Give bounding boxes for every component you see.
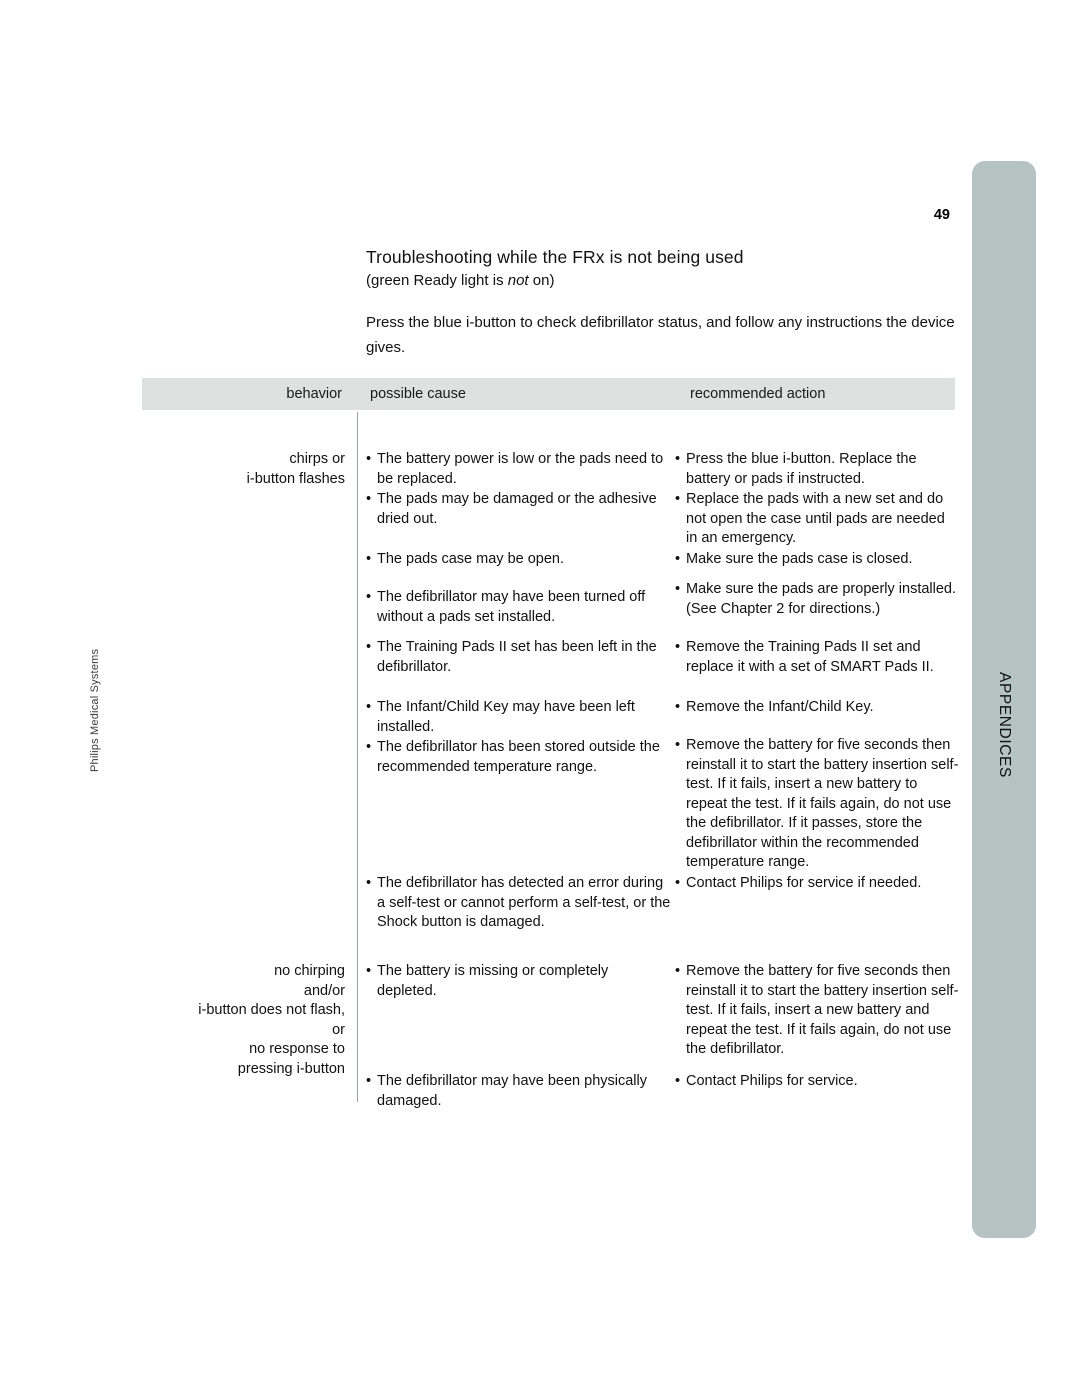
subtitle-emphasis: not bbox=[507, 272, 529, 289]
cause-bullet-text: The Infant/Child Key may have been left … bbox=[377, 699, 635, 735]
table-header-row: behavior possible cause recommended acti… bbox=[142, 378, 955, 410]
bullet-icon: • bbox=[366, 491, 372, 507]
action-bullet: • Remove the battery for five seconds the… bbox=[675, 736, 960, 873]
action-bullet: • Contact Philips for service. bbox=[675, 1072, 960, 1092]
bullet-icon: • bbox=[366, 739, 372, 755]
behavior-cell: chirps or i-button flashes bbox=[142, 450, 345, 489]
subtitle-part-after: on) bbox=[528, 272, 555, 289]
subtitle-part-before: (green Ready light is bbox=[366, 272, 508, 289]
cause-bullet: • The pads case may be open. bbox=[366, 550, 671, 570]
cause-bullet: • The Infant/Child Key may have been left… bbox=[366, 698, 671, 737]
section-subtitle: (green Ready light is not on) bbox=[366, 272, 966, 289]
bullet-icon: • bbox=[675, 875, 681, 891]
troubleshooting-table: behavior possible cause recommended acti… bbox=[142, 378, 958, 1109]
action-bullet: • Press the blue i-button. Replace the ba… bbox=[675, 450, 960, 489]
behavior-line: no chirping bbox=[274, 963, 345, 979]
intro-paragraph: Press the blue i-button to check defibri… bbox=[366, 314, 955, 356]
action-bullet-text: Replace the pads with a new set and do n… bbox=[686, 491, 945, 546]
appendices-tab-label: APPENDICES bbox=[996, 672, 1013, 778]
behavior-line: i-button flashes bbox=[246, 470, 345, 487]
cause-bullet-text: The pads case may be open. bbox=[377, 551, 565, 567]
bullet-icon: • bbox=[675, 551, 681, 567]
page-number: 49 bbox=[933, 207, 950, 223]
action-bullet: • Make sure the pads are properly install… bbox=[675, 580, 960, 619]
table-column-divider bbox=[357, 412, 358, 1102]
bullet-icon: • bbox=[675, 1073, 681, 1089]
cause-bullet-text: The Training Pads II set has been left i… bbox=[377, 639, 657, 675]
bullet-icon: • bbox=[366, 1073, 372, 1089]
bullet-icon: • bbox=[366, 551, 372, 567]
cause-bullet: • The battery is missing or completely de… bbox=[366, 962, 671, 1001]
action-bullet: • Remove the Infant/Child Key. bbox=[675, 698, 960, 718]
section-title: Troubleshooting while the FRx is not bei… bbox=[366, 247, 744, 267]
action-bullet: • Remove the Training Pads II set and rep… bbox=[675, 638, 960, 677]
bullet-icon: • bbox=[675, 581, 681, 597]
action-bullet: • Make sure the pads case is closed. bbox=[675, 550, 960, 570]
action-bullet-text: Make sure the pads case is closed. bbox=[686, 551, 913, 567]
bullet-icon: • bbox=[366, 639, 372, 655]
cause-bullet: • The defibrillator has been stored outsi… bbox=[366, 738, 671, 777]
cause-bullet: • The pads may be damaged or the adhesive… bbox=[366, 490, 671, 529]
cause-bullet-text: The pads may be damaged or the adhesive … bbox=[377, 491, 657, 527]
bullet-icon: • bbox=[366, 875, 372, 891]
cause-bullet-text: The defibrillator may have been turned o… bbox=[377, 589, 646, 625]
behavior-cell: no chirping and/or i-button does not flash… bbox=[142, 962, 345, 1079]
column-header-recommended-action: recommended action bbox=[690, 386, 826, 402]
action-bullet-text: Remove the battery for five seconds then… bbox=[686, 737, 959, 870]
cause-bullet-text: The battery is missing or completely dep… bbox=[377, 963, 609, 999]
column-header-possible-cause: possible cause bbox=[370, 386, 466, 402]
cause-bullet: • The battery power is low or the pads ne… bbox=[366, 450, 671, 489]
behavior-line: pressing i-button bbox=[237, 1060, 345, 1077]
bullet-icon: • bbox=[675, 639, 681, 655]
action-bullet-text: Remove the Training Pads II set and repl… bbox=[686, 639, 934, 675]
behavior-line: no response to bbox=[249, 1041, 345, 1057]
publisher-imprint: Philips Medical Systems bbox=[89, 648, 101, 772]
document-page: APPENDICES Philips Medical Systems 49 Tr… bbox=[0, 0, 1080, 1397]
bullet-icon: • bbox=[675, 451, 681, 467]
bullet-icon: • bbox=[675, 491, 681, 507]
action-bullet: • Contact Philips for service if needed. bbox=[675, 874, 960, 894]
cause-bullet-text: The defibrillator has been stored outsid… bbox=[377, 739, 660, 775]
cause-bullet-text: The defibrillator has detected an error … bbox=[377, 875, 671, 930]
action-bullet: • Replace the pads with a new set and do … bbox=[675, 490, 960, 549]
bullet-icon: • bbox=[366, 589, 372, 605]
action-bullet-text: Press the blue i-button. Replace the bat… bbox=[686, 451, 917, 487]
cause-bullet-text: The defibrillator may have been physical… bbox=[377, 1073, 647, 1109]
action-bullet-text: Contact Philips for service if needed. bbox=[686, 875, 922, 891]
bullet-icon: • bbox=[366, 451, 372, 467]
cause-bullet: • The defibrillator has detected an error… bbox=[366, 874, 671, 933]
action-bullet-text: Make sure the pads are properly installe… bbox=[686, 581, 957, 617]
action-bullet-text: Remove the battery for five seconds then… bbox=[686, 963, 959, 1057]
cause-bullet-text: The battery power is low or the pads nee… bbox=[377, 451, 664, 487]
action-bullet-text: Remove the Infant/Child Key. bbox=[686, 699, 874, 715]
action-bullet: • Remove the battery for five seconds the… bbox=[675, 962, 960, 1060]
bullet-icon: • bbox=[675, 699, 681, 715]
action-bullet-text: Contact Philips for service. bbox=[686, 1073, 858, 1089]
bullet-icon: • bbox=[366, 963, 372, 979]
bullet-icon: • bbox=[366, 699, 372, 715]
behavior-line: i-button does not flash, bbox=[198, 1002, 345, 1018]
behavior-line: chirps or bbox=[289, 451, 345, 467]
cause-bullet: • The Training Pads II set has been left … bbox=[366, 638, 671, 677]
bullet-icon: • bbox=[675, 963, 681, 979]
cause-bullet: • The defibrillator may have been turned … bbox=[366, 588, 671, 627]
cause-bullet: • The defibrillator may have been physica… bbox=[366, 1072, 671, 1111]
bullet-icon: • bbox=[675, 737, 681, 753]
behavior-line: and/or bbox=[303, 982, 345, 999]
column-header-behavior: behavior bbox=[286, 386, 342, 402]
behavior-line: or bbox=[332, 1021, 345, 1038]
